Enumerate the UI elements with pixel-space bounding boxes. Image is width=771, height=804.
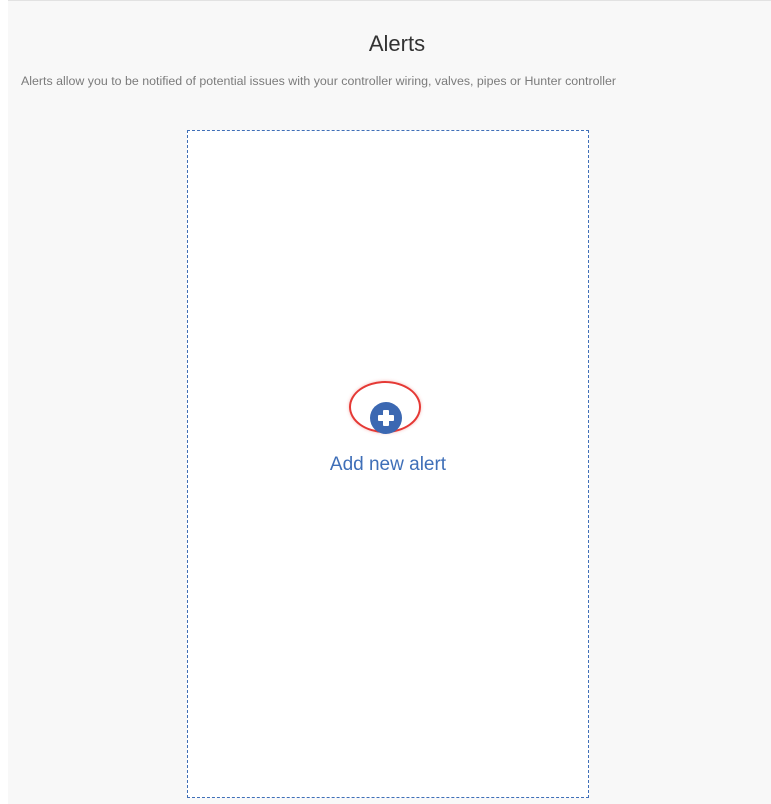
plus-circle-icon[interactable] [370,402,402,434]
page-description: Alerts allow you to be notified of poten… [21,74,617,88]
add-alert-content: Add new alert [188,131,588,797]
alerts-page: Alerts Alerts allow you to be notified o… [0,0,771,804]
add-new-alert-card[interactable]: Add new alert [187,130,589,798]
add-new-alert-link[interactable]: Add new alert [188,453,588,477]
page-title: Alerts [368,31,426,56]
